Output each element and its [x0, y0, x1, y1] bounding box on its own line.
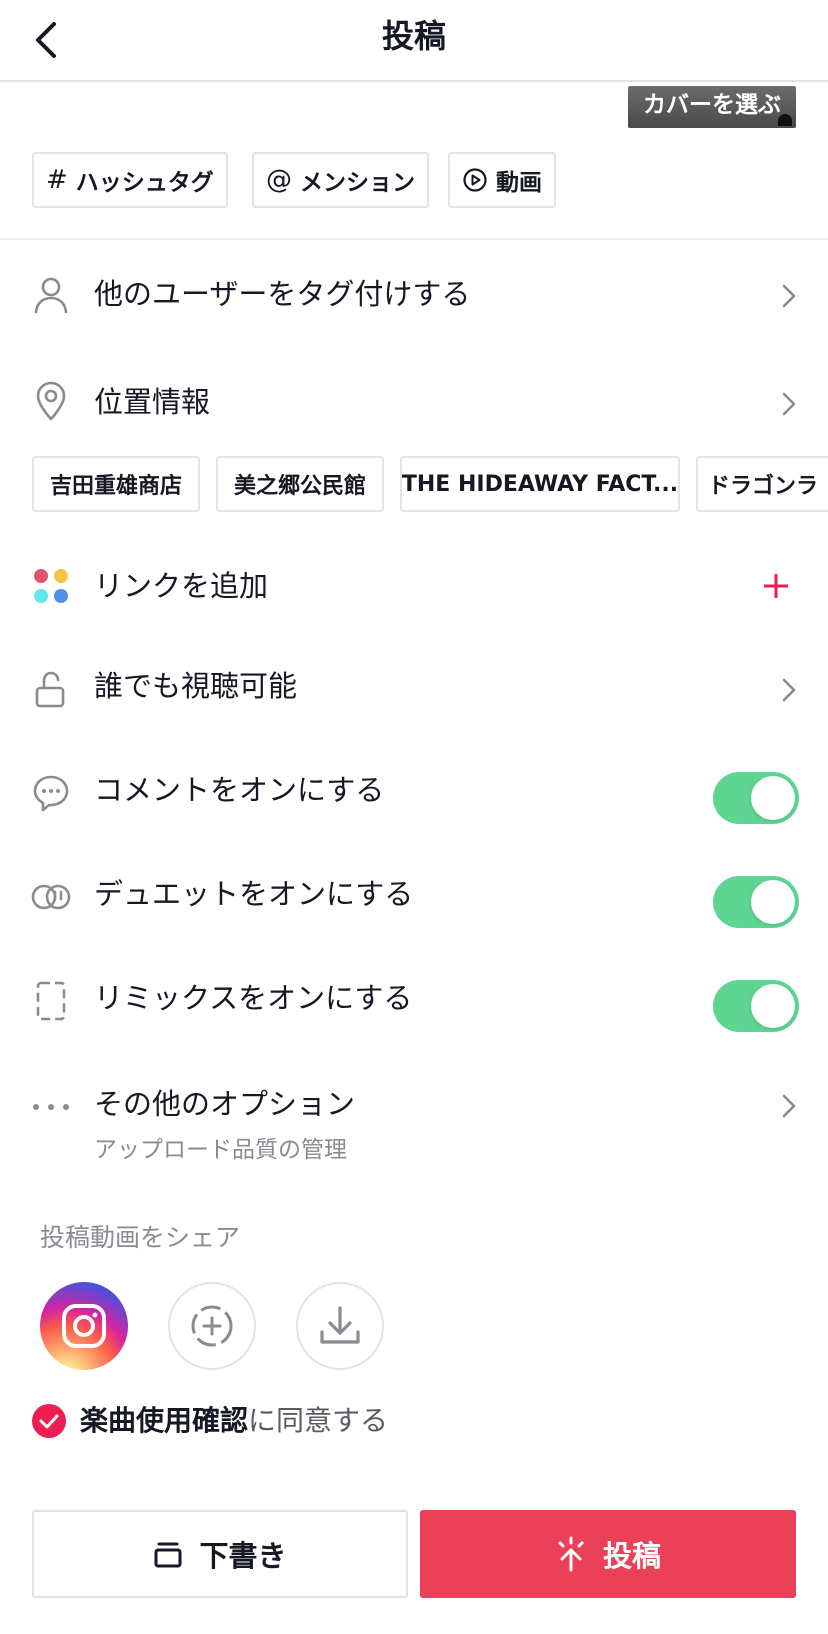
comment-bubble-icon: [33, 775, 69, 812]
tag-users-label: 他のユーザーをタグ付けする: [94, 277, 471, 311]
duet-label: デュエットをオンにする: [94, 877, 414, 911]
video-button[interactable]: 動画: [448, 152, 556, 208]
more-options-label: その他のオプション: [94, 1087, 356, 1121]
page-title: 投稿: [381, 17, 446, 55]
download-icon: [320, 1306, 360, 1344]
chevron-right-icon: [782, 678, 796, 702]
privacy-label: 誰でも視聴可能: [94, 669, 298, 703]
remix-frame-icon: [36, 981, 66, 1021]
agree-suffix: に同意する: [248, 1404, 389, 1437]
location-chip[interactable]: THE HIDEAWAY FACT...: [400, 456, 680, 512]
agree-text: 楽曲使用確認に同意する: [80, 1400, 388, 1442]
comments-label: コメントをオンにする: [94, 773, 385, 807]
mention-label: メンション: [300, 170, 415, 196]
duet-icon: [31, 884, 71, 910]
instagram-icon: [62, 1304, 106, 1348]
hashtag-icon: #: [46, 165, 68, 195]
agree-checkbox[interactable]: [32, 1404, 66, 1438]
more-dots-icon: [33, 1104, 69, 1110]
post-label: 投稿: [602, 1539, 661, 1573]
person-icon: [34, 277, 68, 314]
more-options-sublabel: アップロード品質の管理: [94, 1137, 347, 1163]
video-label: 動画: [496, 170, 542, 196]
draft-label: 下書き: [199, 1539, 287, 1573]
comments-toggle[interactable]: [713, 772, 799, 824]
story-add-icon: [191, 1305, 233, 1347]
save-to-device-button[interactable]: [296, 1282, 384, 1370]
divider: [0, 238, 828, 240]
location-pin-icon: [36, 381, 66, 421]
duet-toggle[interactable]: [713, 876, 799, 928]
chevron-right-icon: [782, 284, 796, 308]
cover-indicator: [778, 114, 792, 126]
drafts-icon: [154, 1542, 182, 1568]
music-usage-link[interactable]: 楽曲使用確認: [80, 1404, 248, 1437]
location-chip[interactable]: 美之郷公民館: [216, 456, 384, 512]
location-chip[interactable]: 吉田重雄商店: [32, 456, 200, 512]
select-cover-button[interactable]: カバーを選ぶ: [628, 86, 796, 128]
chevron-right-icon: [782, 392, 796, 416]
draft-button[interactable]: 下書き: [32, 1510, 408, 1598]
share-instagram-button[interactable]: [40, 1282, 128, 1370]
share-story-button[interactable]: [168, 1282, 256, 1370]
add-link-label: リンクを追加: [94, 569, 269, 603]
toggle-knob: [751, 880, 795, 924]
chevron-right-icon: [782, 1094, 796, 1118]
location-label: 位置情報: [94, 385, 211, 419]
location-chip[interactable]: ドラゴンラ: [696, 456, 828, 512]
toggle-knob: [751, 984, 795, 1028]
select-cover-label: カバーを選ぶ: [643, 92, 781, 118]
at-icon: @: [266, 165, 292, 195]
remix-toggle[interactable]: [713, 980, 799, 1032]
top-bar: 投稿: [0, 0, 828, 82]
share-section-title: 投稿動画をシェア: [40, 1223, 241, 1252]
link-apps-icon: [34, 569, 68, 603]
post-button[interactable]: 投稿: [420, 1510, 796, 1598]
unlock-icon: [35, 671, 65, 708]
toggle-knob: [751, 776, 795, 820]
hashtag-label: ハッシュタグ: [75, 170, 214, 196]
mention-button[interactable]: @ メンション: [252, 152, 429, 208]
check-icon: [39, 1414, 59, 1429]
remix-label: リミックスをオンにする: [94, 981, 413, 1015]
play-circle-icon: [463, 168, 487, 192]
hashtag-button[interactable]: # ハッシュタグ: [32, 152, 228, 208]
plus-icon: [764, 574, 788, 598]
upload-spark-icon: [558, 1536, 584, 1572]
